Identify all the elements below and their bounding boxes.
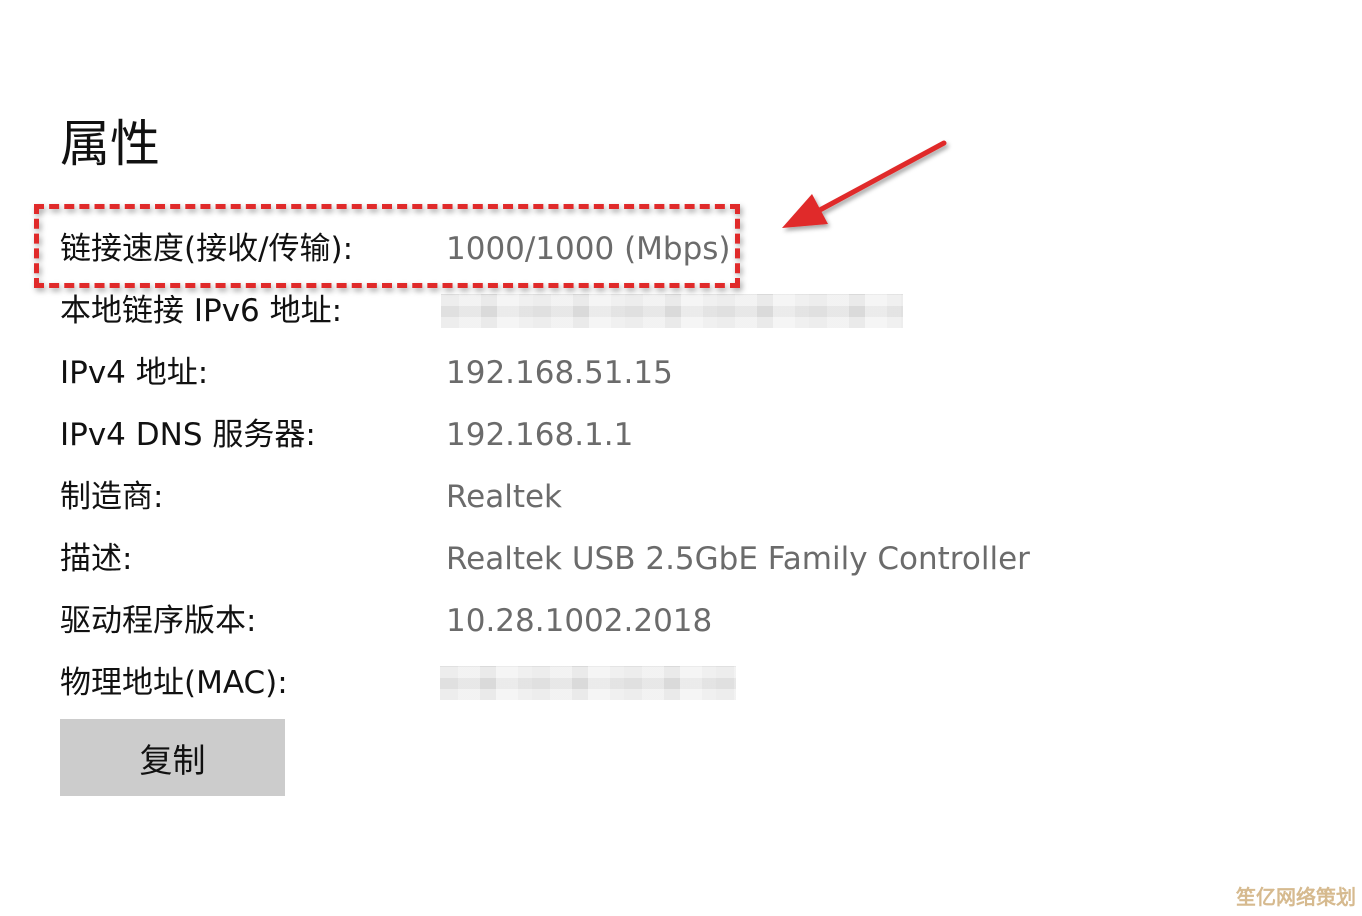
copy-button[interactable]: 复制: [60, 719, 285, 796]
ipv4-label: IPv4 地址:: [60, 355, 209, 391]
dns-label: IPv4 DNS 服务器:: [60, 417, 316, 453]
dns-value[interactable]: 192.168.1.1: [446, 410, 633, 460]
page-title: 属性: [60, 115, 160, 173]
manufacturer-value[interactable]: Realtek: [446, 472, 562, 522]
link-speed-value[interactable]: 1000/1000 (Mbps): [446, 224, 731, 274]
driver-version-value[interactable]: 10.28.1002.2018: [446, 596, 712, 646]
ipv6-redacted-blur: [441, 294, 903, 328]
property-row-manufacturer: 制造商: Realtek: [60, 472, 1160, 522]
property-row-ipv6: 本地链接 IPv6 地址:: [60, 286, 1160, 336]
property-row-ipv4: IPv4 地址: 192.168.51.15: [60, 348, 1160, 398]
property-row-description: 描述: Realtek USB 2.5GbE Family Controller: [60, 534, 1160, 584]
description-label: 描述:: [60, 541, 133, 577]
ipv6-label: 本地链接 IPv6 地址:: [60, 293, 343, 329]
property-row-mac: 物理地址(MAC):: [60, 658, 1160, 708]
property-row-link-speed: 链接速度(接收/传输): 1000/1000 (Mbps): [60, 224, 1160, 274]
manufacturer-label: 制造商:: [60, 479, 164, 515]
driver-version-label: 驱动程序版本:: [60, 603, 257, 639]
watermark: 笙亿网络策划: [1236, 885, 1356, 909]
description-value[interactable]: Realtek USB 2.5GbE Family Controller: [446, 534, 1030, 584]
mac-redacted-blur: [440, 666, 736, 700]
property-row-dns: IPv4 DNS 服务器: 192.168.1.1: [60, 410, 1160, 460]
mac-label: 物理地址(MAC):: [60, 665, 288, 701]
ipv4-value[interactable]: 192.168.51.15: [446, 348, 673, 398]
link-speed-label: 链接速度(接收/传输):: [60, 231, 354, 267]
property-row-driver-version: 驱动程序版本: 10.28.1002.2018: [60, 596, 1160, 646]
